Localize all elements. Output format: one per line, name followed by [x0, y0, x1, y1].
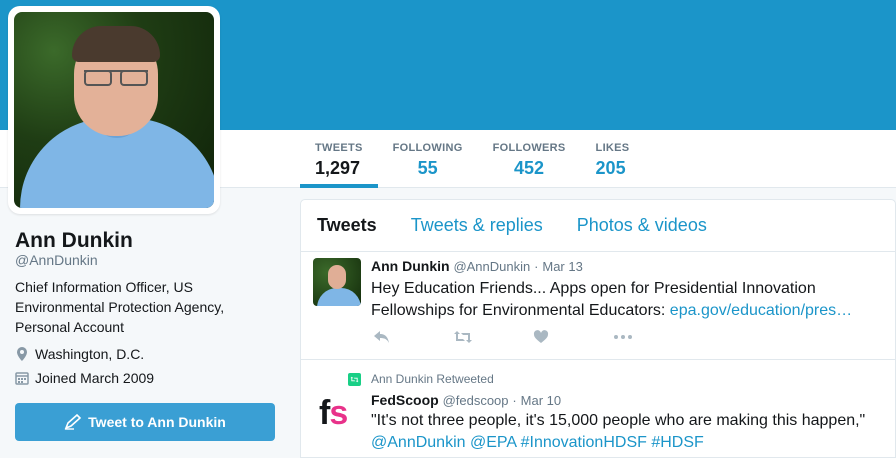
timeline-tabs: Tweets Tweets & replies Photos & videos: [301, 200, 895, 252]
compose-icon: [64, 414, 82, 430]
logo-letter-s: s: [329, 394, 348, 432]
avatar-photo: [14, 12, 214, 208]
tab-tweets-replies[interactable]: Tweets & replies: [411, 215, 543, 236]
tweet-to-button[interactable]: Tweet to Ann Dunkin: [15, 403, 275, 441]
tweet-item[interactable]: Ann Dunkin Retweeted fs FedScoop @fedsco…: [301, 360, 895, 458]
tweet-date[interactable]: Mar 10: [521, 393, 561, 408]
location-pin-icon: [17, 347, 27, 361]
profile-location: Washington, D.C.: [15, 346, 144, 362]
tweet-item[interactable]: Ann Dunkin @AnnDunkin · Mar 13 Hey Educa…: [301, 252, 895, 360]
stat-label: FOLLOWING: [392, 142, 463, 154]
profile-bio: Chief Information Officer, US Environmen…: [15, 279, 225, 335]
tweet-date[interactable]: Mar 13: [542, 259, 582, 274]
reply-button[interactable]: [373, 330, 453, 346]
profile-name[interactable]: Ann Dunkin: [15, 229, 133, 253]
more-icon: [614, 335, 632, 339]
stat-value: 55: [417, 158, 438, 178]
profile-handle[interactable]: @AnnDunkin: [15, 252, 98, 268]
tweet-author-name[interactable]: FedScoop: [371, 392, 439, 408]
retweet-icon: [454, 331, 472, 343]
more-button[interactable]: [613, 330, 693, 346]
stat-label: TWEETS: [315, 142, 363, 154]
profile-avatar[interactable]: [8, 6, 220, 214]
tab-tweets[interactable]: Tweets: [317, 215, 377, 236]
location-text: Washington, D.C.: [35, 346, 145, 362]
like-button[interactable]: [533, 330, 613, 346]
tweet-header: Ann Dunkin @AnnDunkin · Mar 13: [371, 258, 583, 274]
timeline: Tweets Tweets & replies Photos & videos …: [300, 199, 896, 458]
profile-stats: TWEETS 1,297 FOLLOWING 55 FOLLOWERS 452 …: [300, 130, 644, 188]
tweet-avatar[interactable]: [313, 258, 361, 306]
tweet-body: "It's not three people, it's 15,000 peop…: [371, 412, 866, 429]
tweet-text: "It's not three people, it's 15,000 peop…: [371, 410, 881, 454]
calendar-icon: [15, 372, 29, 385]
logo-letter-f: f: [319, 394, 330, 432]
tweet-to-label: Tweet to Ann Dunkin: [88, 414, 226, 430]
heart-icon: [533, 330, 549, 343]
tweet-author-name[interactable]: Ann Dunkin: [371, 258, 450, 274]
retweet-badge-icon: [348, 372, 361, 386]
tweet-author-handle[interactable]: @AnnDunkin: [453, 259, 530, 274]
joined-text: Joined March 2009: [35, 370, 155, 386]
stat-following[interactable]: FOLLOWING 55: [378, 130, 478, 188]
retweet-context: Ann Dunkin Retweeted: [348, 372, 494, 386]
stat-label: FOLLOWERS: [492, 142, 566, 154]
retweet-button[interactable]: [453, 330, 533, 346]
tweet-header: FedScoop @fedscoop · Mar 10: [371, 392, 561, 408]
tweet-dot: ·: [534, 259, 539, 274]
tab-photos-videos[interactable]: Photos & videos: [577, 215, 707, 236]
tweet-dot: ·: [512, 393, 517, 408]
stat-likes[interactable]: LIKES 205: [581, 130, 645, 188]
fedscoop-avatar[interactable]: fs: [319, 394, 348, 433]
stat-value: 205: [595, 158, 626, 178]
tweet-actions: [373, 330, 693, 346]
tweet-mentions[interactable]: @AnnDunkin @EPA #InnovationHDSF #HDSF: [371, 432, 881, 454]
retweet-context-text[interactable]: Ann Dunkin Retweeted: [371, 372, 494, 386]
stat-value: 452: [514, 158, 545, 178]
tweet-author-handle[interactable]: @fedscoop: [443, 393, 509, 408]
tweet-link[interactable]: epa.gov/education/pres…: [670, 302, 852, 319]
stat-value: 1,297: [315, 158, 361, 178]
profile-joined: Joined March 2009: [15, 370, 154, 386]
stat-followers[interactable]: FOLLOWERS 452: [478, 130, 581, 188]
stat-label: LIKES: [595, 142, 630, 154]
stat-tweets[interactable]: TWEETS 1,297: [300, 130, 378, 188]
reply-icon: [374, 331, 389, 343]
tweet-text: Hey Education Friends... Apps open for P…: [371, 278, 881, 322]
